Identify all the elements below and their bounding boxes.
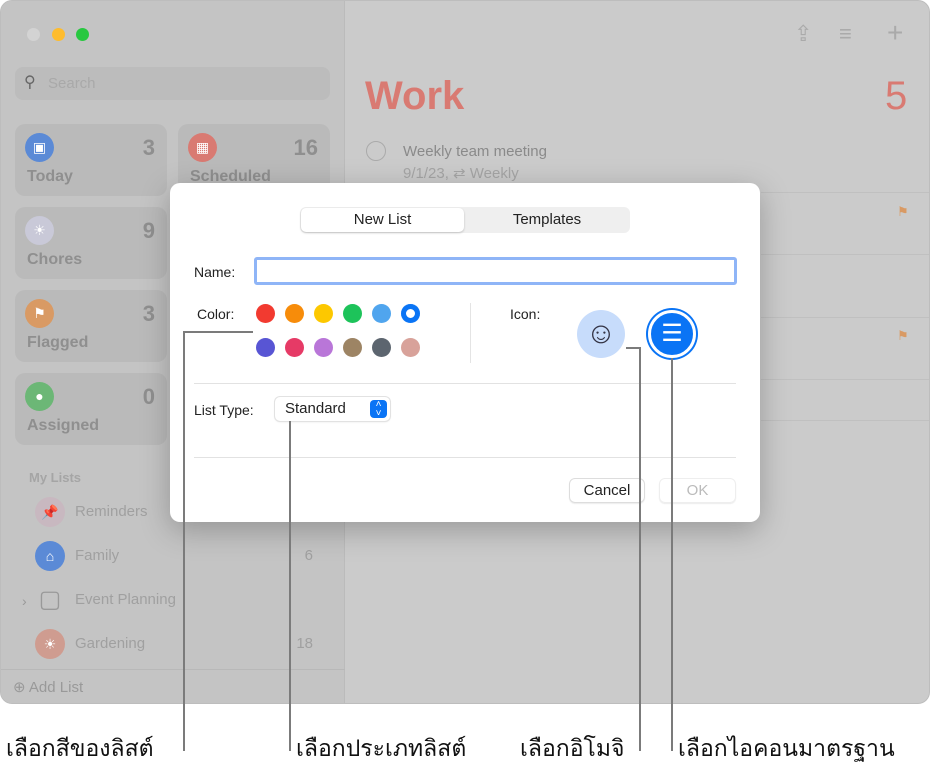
list-count: 5 bbox=[885, 74, 908, 118]
smart-list-today[interactable]: ▣ 3 Today bbox=[15, 124, 167, 196]
chevron-right-icon[interactable]: › bbox=[22, 593, 27, 609]
task-checkbox[interactable] bbox=[366, 141, 386, 161]
add-list-button[interactable]: ⊕ Add List bbox=[13, 678, 83, 696]
close-button[interactable] bbox=[27, 28, 40, 41]
plus-circle-icon: ⊕ bbox=[13, 679, 26, 696]
callout-emoji: เลือกอิโมจิ bbox=[520, 735, 625, 761]
color-swatch[interactable] bbox=[372, 338, 391, 357]
pin-icon: 📌 bbox=[35, 497, 65, 527]
cancel-button[interactable]: Cancel bbox=[569, 478, 645, 503]
standard-icon-button[interactable]: ☰ bbox=[648, 310, 696, 358]
list-item[interactable]: ☀ Gardening 18 bbox=[35, 629, 325, 659]
sun-icon: ☀ bbox=[25, 216, 54, 245]
color-swatch[interactable] bbox=[314, 338, 333, 357]
minimize-button[interactable] bbox=[52, 28, 65, 41]
list-view-icon[interactable]: ≡ bbox=[839, 21, 852, 47]
list-bullet-icon: ☰ bbox=[661, 320, 683, 347]
list-title: Work bbox=[365, 74, 465, 118]
my-lists-header: My Lists bbox=[29, 470, 82, 485]
color-swatch[interactable] bbox=[314, 304, 333, 323]
callout-color: เลือกสีของลิสต์ bbox=[6, 735, 154, 761]
callout-list-type: เลือกประเภทลิสต์ bbox=[296, 735, 467, 761]
search-input[interactable]: ⚲ Search bbox=[15, 67, 330, 100]
icon-label: Icon: bbox=[510, 306, 541, 322]
color-swatch[interactable] bbox=[401, 338, 420, 357]
emoji-icon-button[interactable]: ☺ bbox=[577, 310, 625, 358]
list-type-select[interactable]: Standard ˄ ˅ bbox=[275, 397, 390, 421]
sun-icon: ☀ bbox=[35, 629, 65, 659]
name-label: Name: bbox=[194, 264, 236, 280]
name-field[interactable] bbox=[254, 257, 737, 285]
color-swatch[interactable] bbox=[256, 338, 275, 357]
list-item[interactable]: ▢ Event Planning bbox=[35, 585, 325, 615]
color-swatch[interactable] bbox=[343, 338, 362, 357]
color-swatch[interactable] bbox=[372, 304, 391, 323]
tab-templates[interactable]: Templates bbox=[465, 208, 629, 232]
chevron-updown-icon: ˄ ˅ bbox=[370, 400, 387, 419]
person-icon: ● bbox=[25, 382, 54, 411]
callout-standard-icon: เลือกไอคอนมาตรฐาน bbox=[678, 735, 895, 761]
flag-icon: ⚑ bbox=[897, 328, 909, 343]
segmented-control: New List Templates bbox=[300, 207, 630, 233]
zoom-button[interactable] bbox=[76, 28, 89, 41]
smart-list-assigned[interactable]: ● 0 Assigned bbox=[15, 373, 167, 445]
color-label: Color: bbox=[197, 306, 235, 322]
folder-icon: ▢ bbox=[38, 586, 62, 613]
list-type-label: List Type: bbox=[194, 402, 254, 418]
color-swatch[interactable] bbox=[343, 304, 362, 323]
share-icon[interactable]: ⇪ bbox=[794, 21, 812, 47]
list-item[interactable]: ⌂ Family 6 bbox=[35, 541, 325, 571]
color-swatch[interactable] bbox=[256, 304, 275, 323]
house-icon: ⌂ bbox=[35, 541, 65, 571]
color-swatch[interactable] bbox=[401, 304, 420, 323]
color-swatch[interactable] bbox=[285, 304, 304, 323]
repeat-icon: ⇄ bbox=[453, 165, 466, 182]
tab-new-list[interactable]: New List bbox=[301, 208, 464, 232]
smiley-icon: ☺ bbox=[585, 317, 617, 350]
task-meta: 9/1/23, ⇄ Weekly bbox=[403, 165, 519, 182]
task-title[interactable]: Weekly team meeting bbox=[403, 143, 547, 160]
add-icon[interactable]: + bbox=[887, 17, 903, 49]
calendar-grid-icon: ▦ bbox=[188, 133, 217, 162]
color-swatch[interactable] bbox=[285, 338, 304, 357]
flag-icon: ⚑ bbox=[897, 204, 909, 219]
search-icon: ⚲ bbox=[24, 74, 36, 91]
flag-icon: ⚑ bbox=[25, 299, 54, 328]
smart-list-chores[interactable]: ☀ 9 Chores bbox=[15, 207, 167, 279]
smart-list-flagged[interactable]: ⚑ 3 Flagged bbox=[15, 290, 167, 362]
calendar-icon: ▣ bbox=[25, 133, 54, 162]
